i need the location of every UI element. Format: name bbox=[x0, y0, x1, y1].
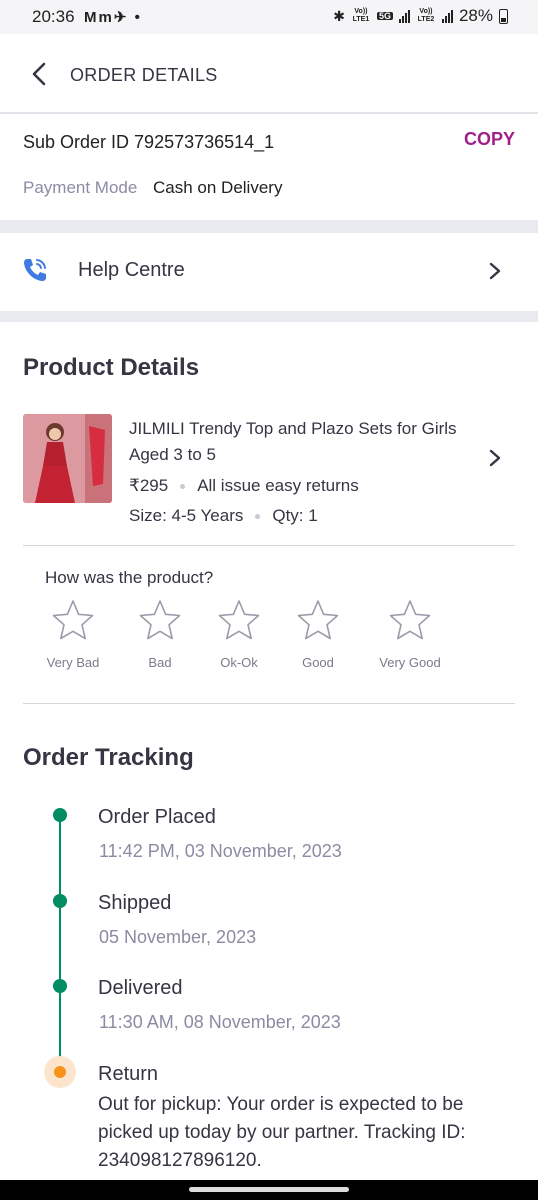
product-thumbnail bbox=[23, 414, 112, 503]
step-shipped-title: Shipped bbox=[98, 892, 172, 914]
step-shipped-time: 05 November, 2023 bbox=[99, 927, 257, 947]
battery-icon bbox=[499, 8, 508, 24]
price-row: ₹295 All issue easy returns bbox=[129, 476, 359, 496]
battery-percent: 28% bbox=[458, 6, 493, 25]
chevron-left-icon bbox=[32, 62, 46, 86]
payment-mode-label: Payment Mode bbox=[23, 178, 138, 197]
app-header: ORDER DETAILS bbox=[0, 34, 538, 114]
step-return-desc: Out for pickup: Your order is expected t… bbox=[98, 1094, 466, 1171]
separator-dot bbox=[180, 483, 186, 489]
rating-question: How was the product? bbox=[45, 568, 214, 587]
network-1-label: Vo)) LTE1 bbox=[352, 8, 370, 23]
status-bar: 20:36 Mm✈ • ✱ Vo)) LTE1 5G Vo)) LTE2 28% bbox=[0, 0, 538, 34]
notification-icons: Mm✈ • bbox=[84, 9, 142, 26]
product-price: ₹295 bbox=[129, 476, 169, 495]
separator-dot bbox=[255, 513, 261, 519]
back-button[interactable] bbox=[26, 58, 54, 90]
copy-button[interactable]: COPY bbox=[464, 129, 515, 150]
product-size: Size: 4-5 Years bbox=[129, 506, 244, 525]
rating-label-very-bad: Very Bad bbox=[46, 655, 100, 670]
size-row: Size: 4-5 Years Qty: 1 bbox=[129, 506, 318, 526]
network-2-label: Vo)) LTE2 bbox=[417, 8, 435, 23]
section-gap bbox=[0, 220, 538, 233]
tracking-line bbox=[59, 815, 61, 1060]
step-placed-dot bbox=[53, 808, 67, 822]
star-ok-ok-icon[interactable] bbox=[217, 598, 261, 642]
order-tracking-heading: Order Tracking bbox=[23, 744, 194, 771]
chevron-right-icon[interactable] bbox=[488, 448, 502, 468]
home-gesture-pill[interactable] bbox=[189, 1187, 349, 1192]
star-very-bad-icon[interactable] bbox=[51, 598, 95, 642]
rating-label-very-good: Very Good bbox=[379, 655, 441, 670]
chevron-right-icon bbox=[489, 262, 501, 280]
divider bbox=[23, 703, 515, 704]
product-name[interactable]: JILMILI Trendy Top and Plazo Sets for Gi… bbox=[129, 416, 469, 468]
step-delivered-title: Delivered bbox=[98, 977, 183, 999]
suborder-id: Sub Order ID 792573736514_1 bbox=[23, 132, 275, 152]
returns-info: All issue easy returns bbox=[197, 476, 359, 495]
rating-label-ok-ok: Ok-Ok bbox=[220, 655, 258, 670]
status-time: 20:36 bbox=[32, 7, 75, 26]
order-info: Sub Order ID 792573736514_1 COPY Payment… bbox=[0, 116, 538, 220]
divider bbox=[23, 545, 515, 546]
step-return-title: Return bbox=[98, 1063, 159, 1085]
product-qty: Qty: 1 bbox=[272, 506, 318, 525]
help-centre-label: Help Centre bbox=[78, 259, 185, 281]
phone-icon bbox=[24, 259, 46, 281]
product-details-heading: Product Details bbox=[23, 354, 200, 381]
step-delivered-time: 11:30 AM, 08 November, 2023 bbox=[99, 1012, 341, 1032]
signal-1-icon bbox=[398, 9, 410, 23]
step-placed-title: Order Placed bbox=[98, 806, 216, 828]
bluetooth-icon: ✱ bbox=[333, 7, 345, 24]
system-nav-bar bbox=[0, 1180, 538, 1200]
star-bad-icon[interactable] bbox=[138, 598, 182, 642]
help-centre-row[interactable]: Help Centre bbox=[0, 233, 538, 311]
step-delivered-dot bbox=[53, 979, 67, 993]
page-title: ORDER DETAILS bbox=[70, 65, 218, 85]
payment-mode-value: Cash on Delivery bbox=[153, 178, 283, 197]
status-right: ✱ Vo)) LTE1 5G Vo)) LTE2 28% bbox=[333, 6, 508, 26]
5g-badge: 5G bbox=[376, 11, 393, 21]
product-image[interactable] bbox=[23, 414, 112, 503]
star-good-icon[interactable] bbox=[296, 598, 340, 642]
step-shipped-dot bbox=[53, 894, 67, 908]
star-very-good-icon[interactable] bbox=[388, 598, 432, 642]
rating-label-good: Good bbox=[302, 655, 334, 670]
step-return-dot bbox=[44, 1056, 76, 1088]
signal-2-icon bbox=[441, 9, 453, 23]
rating-label-bad: Bad bbox=[148, 655, 172, 670]
step-placed-time: 11:42 PM, 03 November, 2023 bbox=[99, 841, 342, 861]
section-gap bbox=[0, 311, 538, 322]
